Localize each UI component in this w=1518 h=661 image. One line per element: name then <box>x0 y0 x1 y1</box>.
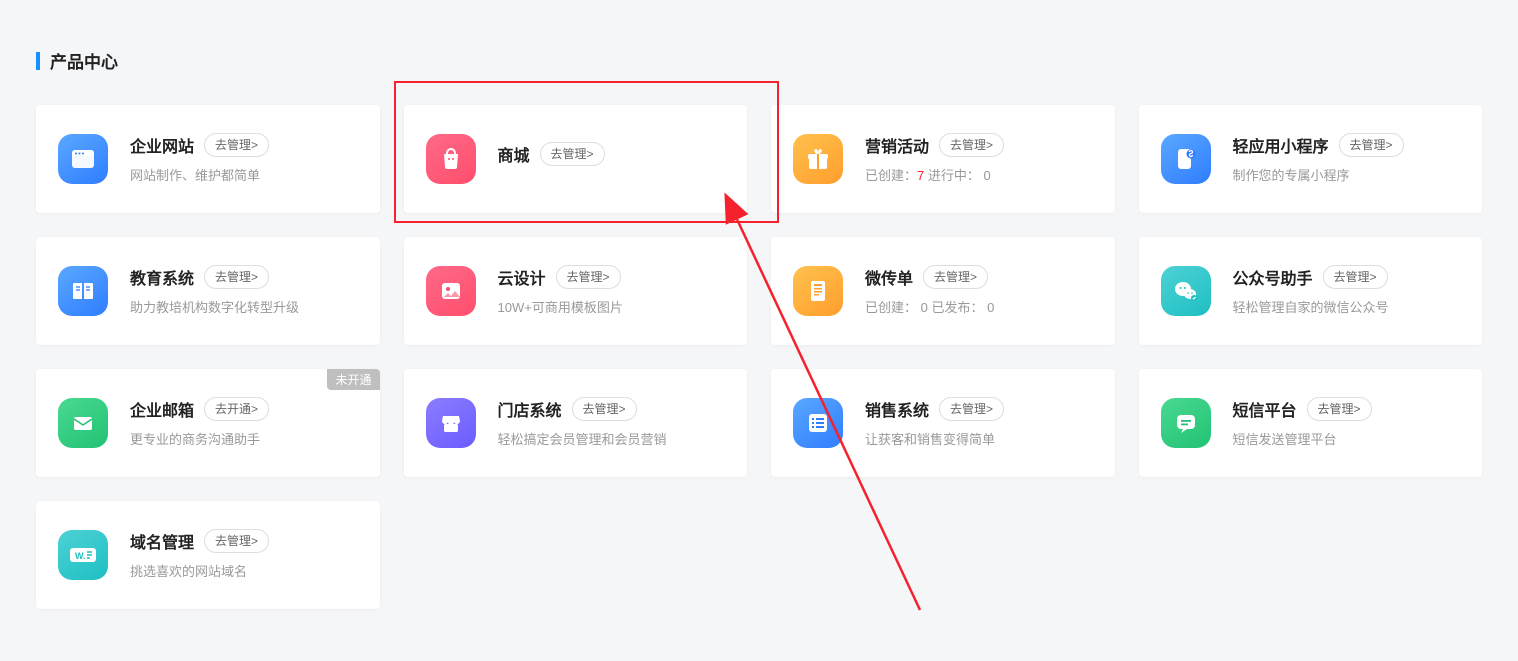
manage-button[interactable]: 去管理> <box>540 142 605 166</box>
mail-icon <box>58 398 108 448</box>
card-desc: 助力教培机构数字化转型升级 <box>130 299 358 317</box>
card-title: 门店系统 <box>498 397 562 421</box>
manage-button[interactable]: 去管理> <box>572 397 637 421</box>
card-desc: 网站制作、维护都简单 <box>130 167 358 185</box>
miniprogram-icon <box>1161 134 1211 184</box>
open-button[interactable]: 去开通> <box>204 397 269 421</box>
image-icon <box>426 266 476 316</box>
card-cloud-design[interactable]: 云设计 去管理> 10W+可商用模板图片 <box>404 237 748 345</box>
card-title: 短信平台 <box>1233 397 1297 421</box>
card-store[interactable]: 门店系统 去管理> 轻松搞定会员管理和会员营销 <box>404 369 748 477</box>
card-domain[interactable]: W. 域名管理 去管理> 挑选喜欢的网站域名 <box>36 501 380 609</box>
card-flyer[interactable]: 微传单 去管理> 已创建： 0 已发布： 0 <box>771 237 1115 345</box>
manage-button[interactable]: 去管理> <box>939 133 1004 157</box>
card-desc: 10W+可商用模板图片 <box>498 299 726 317</box>
card-desc: 短信发送管理平台 <box>1233 431 1461 449</box>
section-title: 产品中心 <box>36 48 1482 73</box>
card-wechat-official[interactable]: 公众号助手 去管理> 轻松管理自家的微信公众号 <box>1139 237 1483 345</box>
stat-running: 进行中： 0 <box>924 168 990 183</box>
card-title: 教育系统 <box>130 265 194 289</box>
card-desc: 制作您的专属小程序 <box>1233 167 1461 185</box>
card-title: 企业邮箱 <box>130 397 194 421</box>
card-title: 营销活动 <box>865 133 929 157</box>
manage-button[interactable]: 去管理> <box>204 265 269 289</box>
card-miniprogram[interactable]: 轻应用小程序 去管理> 制作您的专属小程序 <box>1139 105 1483 213</box>
card-sales[interactable]: 销售系统 去管理> 让获客和销售变得简单 <box>771 369 1115 477</box>
store-icon <box>426 398 476 448</box>
gift-icon <box>793 134 843 184</box>
window-icon <box>58 134 108 184</box>
card-title: 销售系统 <box>865 397 929 421</box>
card-desc: 更专业的商务沟通助手 <box>130 431 358 449</box>
manage-button[interactable]: 去管理> <box>1339 133 1404 157</box>
section-title-bar <box>36 52 40 70</box>
card-title: 商城 <box>498 142 530 166</box>
card-website[interactable]: 企业网站 去管理> 网站制作、维护都简单 <box>36 105 380 213</box>
product-grid: 企业网站 去管理> 网站制作、维护都简单 商城 去管理> <box>36 105 1482 609</box>
book-icon <box>58 266 108 316</box>
card-title: 公众号助手 <box>1233 265 1313 289</box>
card-email[interactable]: 未开通 企业邮箱 去开通> 更专业的商务沟通助手 <box>36 369 380 477</box>
section-title-text: 产品中心 <box>50 48 118 73</box>
stat-created-label: 已创建： <box>865 168 917 183</box>
card-title: 云设计 <box>498 265 546 289</box>
card-desc: 轻松搞定会员管理和会员营销 <box>498 431 726 449</box>
manage-button[interactable]: 去管理> <box>204 133 269 157</box>
card-desc: 挑选喜欢的网站域名 <box>130 563 358 581</box>
card-desc: 轻松管理自家的微信公众号 <box>1233 299 1461 317</box>
manage-button[interactable]: 去管理> <box>556 265 621 289</box>
card-marketing[interactable]: 营销活动 去管理> 已创建：7 进行中： 0 <box>771 105 1115 213</box>
card-desc: 让获客和销售变得简单 <box>865 431 1093 449</box>
manage-button[interactable]: 去管理> <box>939 397 1004 421</box>
card-title: 轻应用小程序 <box>1233 133 1329 157</box>
domain-icon: W. <box>58 530 108 580</box>
manage-button[interactable]: 去管理> <box>1323 265 1388 289</box>
card-shop[interactable]: 商城 去管理> <box>404 105 748 213</box>
wechat-icon <box>1161 266 1211 316</box>
flyer-icon <box>793 266 843 316</box>
card-desc: 已创建：7 进行中： 0 <box>865 167 1093 185</box>
message-icon <box>1161 398 1211 448</box>
card-title: 企业网站 <box>130 133 194 157</box>
shopping-bag-icon <box>426 134 476 184</box>
list-icon <box>793 398 843 448</box>
manage-button[interactable]: 去管理> <box>1307 397 1372 421</box>
card-title: 微传单 <box>865 265 913 289</box>
card-desc: 已创建： 0 已发布： 0 <box>865 299 1093 317</box>
manage-button[interactable]: 去管理> <box>204 529 269 553</box>
badge-unopened: 未开通 <box>327 369 379 390</box>
manage-button[interactable]: 去管理> <box>923 265 988 289</box>
svg-text:W.: W. <box>75 551 86 561</box>
card-title: 域名管理 <box>130 529 194 553</box>
card-sms[interactable]: 短信平台 去管理> 短信发送管理平台 <box>1139 369 1483 477</box>
card-education[interactable]: 教育系统 去管理> 助力教培机构数字化转型升级 <box>36 237 380 345</box>
